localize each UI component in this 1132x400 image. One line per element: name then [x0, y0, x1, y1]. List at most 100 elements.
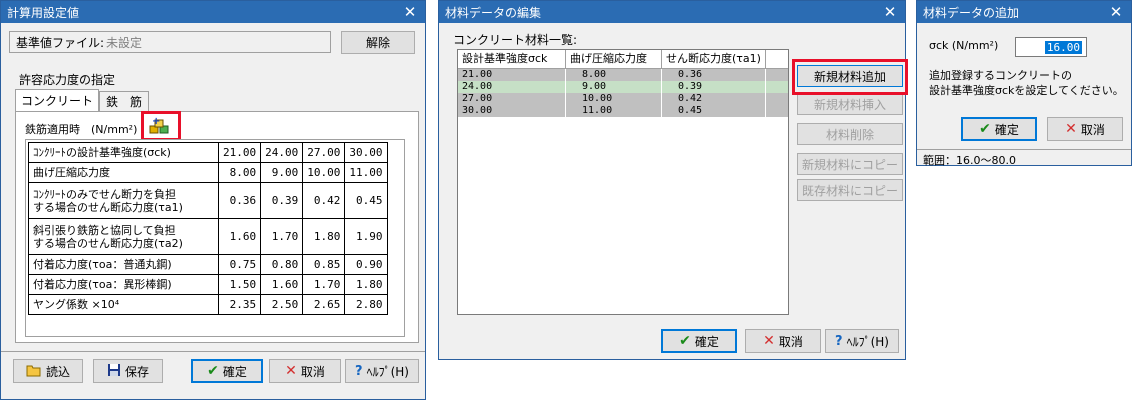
- value-cell[interactable]: 1.60: [260, 274, 304, 295]
- status-divider: [917, 149, 1131, 150]
- side-button-label: 材料削除: [825, 127, 874, 142]
- cancel-button-label: 取消: [778, 334, 803, 349]
- tab-concrete[interactable]: コンクリート: [15, 89, 99, 111]
- list-item[interactable]: 24.00 9.00 0.39: [458, 81, 788, 93]
- side-button-1[interactable]: 新規材料挿入: [797, 93, 903, 115]
- table-row: ヤング係数 ×10⁴ 2.35 2.50 2.65 2.80: [28, 294, 388, 315]
- help-button[interactable]: ? ﾍﾙﾌﾟ(H): [345, 359, 419, 383]
- row-label: 付着応力度(τoa：異形棒鋼): [28, 274, 219, 295]
- help-button[interactable]: ? ﾍﾙﾌﾟ(H): [825, 329, 899, 353]
- question-icon: ?: [355, 363, 363, 379]
- value-cell[interactable]: 1.60: [217, 218, 262, 255]
- list-item[interactable]: 27.00 10.00 0.42: [458, 93, 788, 105]
- column-header[interactable]: せん断応力度(τa1): [662, 50, 766, 68]
- value-cell[interactable]: 24.00: [260, 142, 304, 163]
- window-title: 計算用設定値: [7, 5, 80, 20]
- material-edit-titlebar: 材料データの編集 ✕: [439, 1, 905, 23]
- side-button-4[interactable]: 既存材料にコピー: [797, 179, 903, 201]
- close-icon[interactable]: ✕: [1101, 1, 1131, 23]
- highlight-add-icon: [141, 111, 181, 141]
- value-cell[interactable]: 1.90: [344, 218, 388, 255]
- value-cell[interactable]: 1.80: [344, 274, 388, 295]
- cancel-button[interactable]: ✕ 取消: [269, 359, 341, 383]
- list-item[interactable]: 21.00 8.00 0.36: [458, 69, 788, 81]
- column-header[interactable]: 曲げ圧縮応力度: [566, 50, 662, 68]
- table-row: 曲げ圧縮応力度 8.00 9.00 10.00 11.00: [28, 162, 388, 183]
- value-cell[interactable]: 8.00: [217, 162, 262, 183]
- row-label: ｺﾝｸﾘｰﾄのみでせん断力を負担 する場合のせん断応力度(τa1): [28, 182, 219, 219]
- window-title: 材料データの編集: [445, 5, 542, 20]
- value-cell[interactable]: 2.80: [344, 294, 388, 315]
- close-icon[interactable]: ✕: [875, 1, 905, 23]
- list-header: 設計基準強度σck 曲げ圧縮応力度 せん断応力度(τa1): [458, 50, 788, 69]
- value-cell[interactable]: 21.00: [217, 142, 262, 163]
- table-row: 付着応力度(τoa：普通丸鋼) 0.75 0.80 0.85 0.90: [28, 254, 388, 275]
- folder-open-icon: [26, 363, 42, 380]
- value-cell[interactable]: 1.80: [302, 218, 346, 255]
- list-cell: 9.00: [566, 81, 662, 93]
- base-file-field: 基準値ファイル: 未設定: [9, 31, 331, 53]
- sck-label: σck (N/mm²): [929, 39, 999, 52]
- cancel-x-icon: ✕: [763, 333, 775, 349]
- value-cell[interactable]: 9.00: [260, 162, 304, 183]
- ok-button-label: 確定: [694, 334, 719, 349]
- list-cell: 0.39: [662, 81, 766, 93]
- table-row: ｺﾝｸﾘｰﾄの設計基準強度(σck) 21.00 24.00 27.00 30.00: [28, 142, 388, 163]
- cancel-button[interactable]: ✕ 取消: [745, 329, 821, 353]
- cancel-button[interactable]: ✕ 取消: [1047, 117, 1123, 141]
- list-cell: 21.00: [458, 69, 566, 81]
- side-button-3[interactable]: 新規材料にコピー: [797, 153, 903, 175]
- divider: [1, 351, 425, 352]
- checkmark-icon: ✔: [979, 121, 991, 137]
- value-cell[interactable]: 30.00: [344, 142, 388, 163]
- value-cell[interactable]: 0.85: [302, 254, 346, 275]
- sck-input[interactable]: 16.00: [1015, 37, 1087, 57]
- row-label: 斜引張り鉄筋と協同して負担 する場合のせん断応力度(τa2): [28, 218, 219, 255]
- release-button[interactable]: 解除: [341, 31, 415, 54]
- value-cell[interactable]: 10.00: [302, 162, 346, 183]
- value-cell[interactable]: 0.42: [302, 182, 346, 219]
- side-button-label: 新規材料挿入: [813, 97, 886, 112]
- read-button[interactable]: 読込: [13, 359, 83, 383]
- question-icon: ?: [835, 333, 843, 349]
- table-row: ｺﾝｸﾘｰﾄのみでせん断力を負担 する場合のせん断応力度(τa1) 0.36 0.3…: [28, 182, 388, 219]
- value-cell[interactable]: 11.00: [344, 162, 388, 183]
- list-cell: 30.00: [458, 105, 566, 117]
- value-cell[interactable]: 0.45: [344, 182, 388, 219]
- value-cell[interactable]: 0.75: [217, 254, 262, 275]
- list-cell: 0.36: [662, 69, 766, 81]
- side-button-2[interactable]: 材料削除: [797, 123, 903, 145]
- close-icon[interactable]: ✕: [395, 1, 425, 23]
- value-cell[interactable]: 1.50: [217, 274, 262, 295]
- value-cell[interactable]: 0.39: [260, 182, 304, 219]
- rebar-applied-label: 鉄筋適用時 (N/mm²): [25, 123, 138, 136]
- help-button-label: ﾍﾙﾌﾟ(H): [846, 334, 889, 349]
- allowable-label: 許容応力度の指定: [19, 73, 116, 87]
- value-cell[interactable]: 1.70: [302, 274, 346, 295]
- ok-button[interactable]: ✔ 確定: [961, 117, 1037, 141]
- tab-rebar[interactable]: 鉄 筋: [99, 91, 149, 111]
- calc-settings-window: 計算用設定値 ✕ 基準値ファイル: 未設定 解除 許容応力度の指定 コンクリート…: [0, 0, 426, 400]
- save-button[interactable]: 保存: [93, 359, 163, 383]
- value-cell[interactable]: 27.00: [302, 142, 346, 163]
- tab-rebar-label: 鉄 筋: [105, 95, 142, 109]
- concrete-table-wrap: ｺﾝｸﾘｰﾄの設計基準強度(σck) 21.00 24.00 27.00 30.00 曲げ…: [25, 139, 405, 337]
- value-cell[interactable]: 2.65: [302, 294, 346, 315]
- cancel-button-label: 取消: [300, 364, 325, 379]
- value-cell[interactable]: 0.36: [217, 182, 262, 219]
- column-header[interactable]: 設計基準強度σck: [458, 50, 566, 68]
- checkmark-icon: ✔: [207, 363, 219, 379]
- list-cell: 10.00: [566, 93, 662, 105]
- ok-button[interactable]: ✔ 確定: [191, 359, 263, 383]
- value-cell[interactable]: 1.70: [260, 218, 304, 255]
- sck-input-value: 16.00: [1044, 40, 1082, 54]
- value-cell[interactable]: 0.80: [260, 254, 304, 275]
- list-item[interactable]: 30.00 11.00 0.45: [458, 105, 788, 117]
- material-list[interactable]: 設計基準強度σck 曲げ圧縮応力度 せん断応力度(τa1) 21.00 8.00 0.36…: [457, 49, 789, 315]
- value-cell[interactable]: 2.50: [260, 294, 304, 315]
- value-cell[interactable]: 0.90: [344, 254, 388, 275]
- value-cell[interactable]: 2.35: [217, 294, 262, 315]
- concrete-allowable-table: ｺﾝｸﾘｰﾄの設計基準強度(σck) 21.00 24.00 27.00 30.00 曲げ…: [28, 142, 388, 315]
- help-button-label: ﾍﾙﾌﾟ(H): [366, 364, 409, 379]
- ok-button[interactable]: ✔ 確定: [661, 329, 737, 353]
